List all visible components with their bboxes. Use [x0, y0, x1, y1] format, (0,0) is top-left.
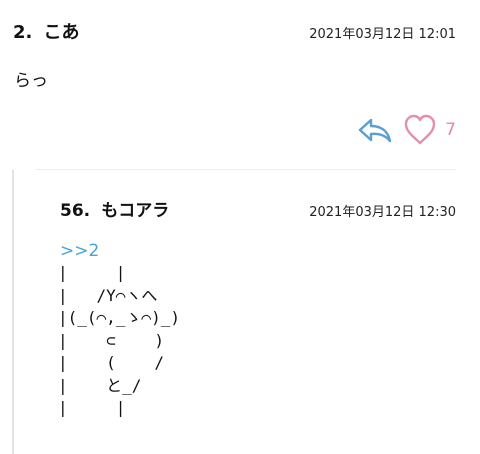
reply-indent-bar: [12, 170, 14, 454]
heart-icon[interactable]: [403, 114, 437, 146]
comment-date: 2021年03月12日 12:01: [309, 27, 456, 42]
comment-date: 2021年03月12日 12:30: [309, 205, 456, 220]
divider: [36, 169, 456, 170]
comment-author: こあ: [43, 22, 80, 43]
comment-header: 2. こあ 2021年03月12日 12:01: [13, 18, 456, 44]
comment-author: もコアラ: [101, 201, 170, 221]
ascii-art: | | | /Y⌒ヽへ |(_(⌒,_ゝ⌒)_) | ⊂ ) | ( / | と…: [58, 263, 180, 417]
comment-number: 56.: [60, 201, 91, 221]
comment-body: らっ: [14, 71, 48, 91]
comment-meta: 56. もコアラ: [60, 196, 169, 221]
like-count: 7: [445, 120, 456, 140]
reply-comment-header: 56. もコアラ 2021年03月12日 12:30: [60, 196, 456, 221]
comment-meta: 2. こあ: [13, 18, 79, 44]
reply-anchor-link[interactable]: >>2: [60, 241, 99, 261]
comment-number: 2.: [13, 22, 33, 43]
reply-arrow-icon[interactable]: [357, 115, 393, 145]
comment-actions: 7: [357, 114, 456, 146]
comment-thread: 2. こあ 2021年03月12日 12:01 らっ 7 56. もコアラ 20…: [0, 0, 480, 454]
